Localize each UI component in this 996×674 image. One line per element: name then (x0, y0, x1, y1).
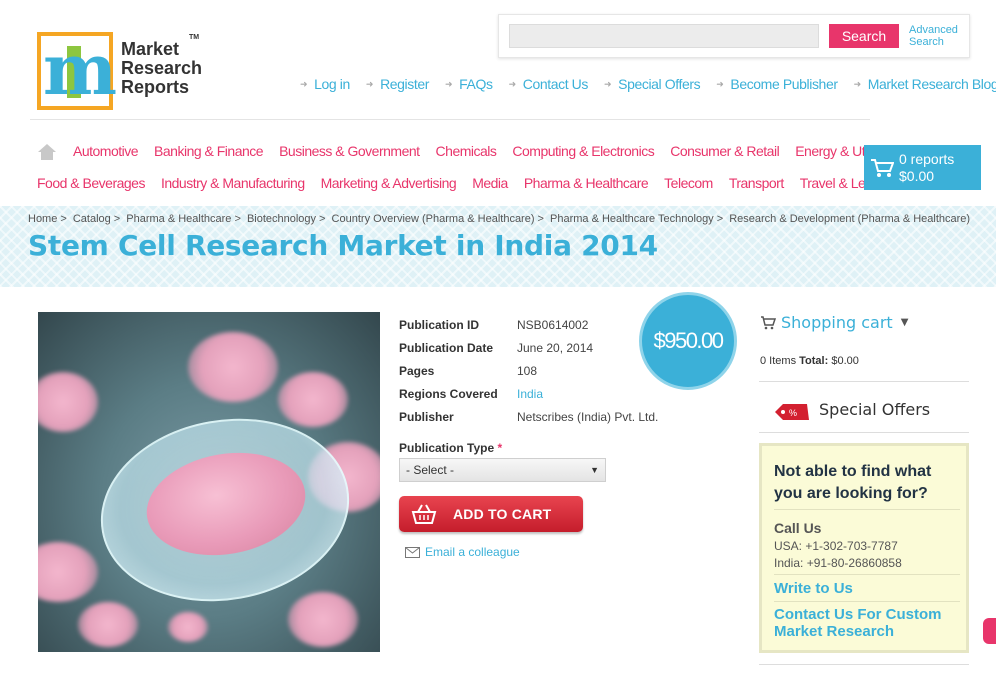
arrow-icon: ➜ (365, 78, 374, 89)
feedback-tab[interactable] (983, 618, 996, 644)
call-us-heading: Call Us (774, 520, 822, 536)
nav-blog[interactable]: ➜ Market Research Blog (854, 76, 996, 92)
category-link[interactable]: Industry & Manufacturing (161, 175, 305, 207)
category-link[interactable]: Banking & Finance (154, 143, 264, 175)
search-panel: Search Advanced Search (498, 14, 970, 58)
breadcrumb-item[interactable]: Pharma & Healthcare Technology (550, 213, 714, 225)
logo-mark: m (37, 30, 117, 110)
special-offers-heading[interactable]: Special Offers (819, 400, 930, 419)
top-navigation: ➜ Log in ➜ Register ➜ FAQs ➜ Contact Us ➜ Spe… (300, 76, 996, 92)
cart-total: $0.00 (899, 168, 935, 184)
detail-row: Pages 108 (399, 363, 538, 378)
category-link[interactable]: Telecom (664, 175, 713, 207)
cart-report-count: 0 reports (899, 151, 955, 167)
detail-row: Regions Covered India (399, 386, 544, 401)
detail-row: Publisher Netscribes (India) Pvt. Ltd. (399, 409, 659, 424)
region-link[interactable]: India (517, 387, 543, 401)
breadcrumb-item[interactable]: Catalog (73, 213, 111, 225)
breadcrumb-item[interactable]: Research & Development (Pharma & Healthc… (729, 213, 970, 225)
logo-text: Market Research Reports (121, 39, 203, 97)
nav-login[interactable]: ➜ Log in (300, 76, 350, 92)
dropdown-arrow-icon: ▼ (590, 465, 599, 475)
phone-usa: USA: +1-302-703-7787 (774, 539, 898, 553)
basket-icon (411, 504, 437, 524)
category-link[interactable]: Automotive (73, 143, 139, 175)
category-link[interactable]: Chemicals (436, 143, 497, 175)
arrow-icon: ➜ (716, 78, 724, 89)
breadcrumb-item[interactable]: Biotechnology (247, 213, 316, 225)
price-badge: $950.00 (639, 292, 737, 390)
cart-icon (871, 159, 894, 177)
publication-details: Publication ID NSB0614002 Publication Da… (399, 313, 658, 428)
write-to-us-link[interactable]: Write to Us (774, 580, 969, 597)
nav-register[interactable]: ➜ Register (366, 76, 429, 92)
cart-summary: 0 Items Total: $0.00 (760, 355, 859, 367)
detail-row: Publication Date June 20, 2014 (399, 340, 594, 355)
category-link[interactable]: Transport (729, 175, 784, 207)
nav-become-publisher[interactable]: ➜ Become Publisher (716, 76, 838, 92)
nav-special-offers[interactable]: ➜ Special Offers (603, 76, 701, 92)
svg-text:%: % (789, 408, 797, 418)
shopping-cart-heading[interactable]: Shopping cart ▼ (760, 313, 908, 332)
advanced-search-link[interactable]: Advanced Search (909, 24, 958, 48)
breadcrumb: Home > Catalog > Pharma & Healthcare > Biot… (28, 213, 971, 225)
search-input[interactable] (509, 24, 819, 48)
add-to-cart-button[interactable]: ADD TO CART (399, 496, 583, 532)
category-link[interactable]: Business & Government (279, 143, 420, 175)
logo-trademark: TM (189, 34, 200, 41)
nav-contact-us[interactable]: ➜ Contact Us (508, 76, 589, 92)
arrow-icon: ➜ (445, 78, 453, 89)
search-button[interactable]: Search (829, 24, 899, 48)
page-title: Stem Cell Research Market in India 2014 (28, 229, 658, 262)
arrow-icon: ➜ (853, 78, 862, 89)
sidebar-divider (759, 664, 969, 665)
publication-type-label: Publication Type * (399, 441, 503, 455)
category-navigation: Automotive Banking & Finance Business & … (30, 143, 894, 207)
breadcrumb-item[interactable]: Country Overview (Pharma & Healthcare) (332, 213, 535, 225)
category-link[interactable]: Computing & Electronics (512, 143, 654, 175)
help-box: Not able to find what you are looking fo… (759, 443, 969, 653)
site-logo[interactable]: m Market Research Reports TM (37, 30, 207, 112)
help-title: Not able to find what you are looking fo… (774, 463, 932, 502)
category-link[interactable]: Media (472, 175, 508, 207)
header-cart[interactable]: 0 reports $0.00 (864, 145, 981, 190)
header-divider (30, 119, 870, 120)
publication-type-select[interactable]: - Select - ▼ (399, 458, 606, 482)
category-link[interactable]: Pharma & Healthcare (524, 175, 649, 207)
breadcrumb-item[interactable]: Home (28, 213, 57, 225)
detail-row: Publication ID NSB0614002 (399, 317, 589, 332)
breadcrumb-item[interactable]: Pharma & Healthcare (126, 213, 231, 225)
chevron-down-icon: ▼ (900, 317, 909, 328)
cart-icon (761, 315, 776, 329)
arrow-icon: ➜ (300, 78, 308, 89)
email-colleague-link[interactable]: Email a colleague (405, 545, 520, 559)
nav-faqs[interactable]: ➜ FAQs (445, 76, 493, 92)
category-link[interactable]: Consumer & Retail (670, 143, 780, 175)
phone-india: India: +91-80-26860858 (774, 556, 902, 570)
envelope-icon (405, 546, 420, 558)
sidebar-divider (759, 432, 969, 433)
product-image (38, 312, 380, 652)
custom-research-link[interactable]: Contact Us For Custom Market Research (774, 606, 969, 640)
arrow-icon: ➜ (508, 78, 517, 89)
category-link[interactable]: Marketing & Advertising (321, 175, 457, 207)
sidebar-divider (759, 381, 969, 382)
special-offer-tag-icon: % (775, 404, 809, 420)
arrow-icon: ➜ (603, 78, 612, 89)
category-link[interactable]: Food & Beverages (37, 175, 145, 207)
